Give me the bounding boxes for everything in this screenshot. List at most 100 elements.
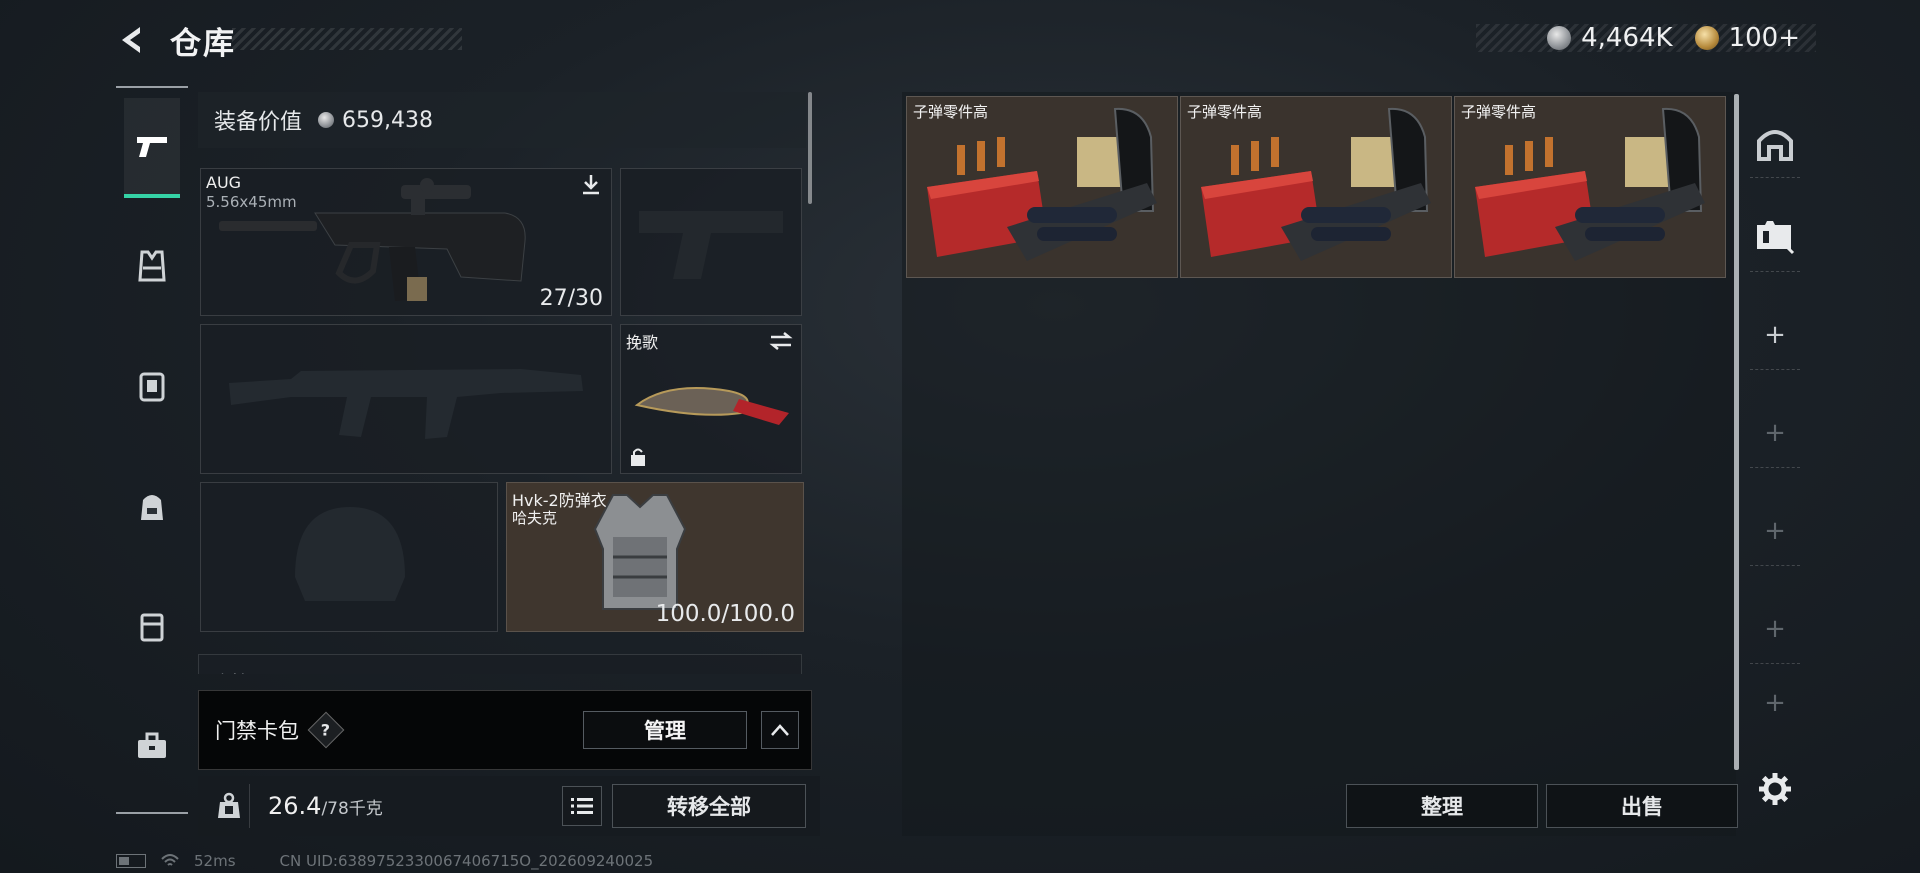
- stash-panel: 子弹零件高 子弹零件高 子弹零件高: [902, 92, 1736, 836]
- wifi-icon: [161, 854, 179, 866]
- equip-value-amount: 659,438: [342, 107, 433, 133]
- manage-button[interactable]: 管理: [583, 711, 747, 749]
- left-nav: [116, 86, 188, 814]
- pistol-slot[interactable]: [620, 168, 802, 316]
- plus-icon: +: [1764, 613, 1786, 644]
- back-arrow-icon: [122, 27, 140, 53]
- user-uid: CN UID:6389752330067406715O_202609240025: [279, 852, 654, 870]
- add-stash-tab-button[interactable]: +: [1750, 496, 1800, 566]
- stash-item[interactable]: 子弹零件高: [1454, 96, 1726, 278]
- secondary-weapon-slot[interactable]: [200, 324, 612, 474]
- stash-tabs: + + + + +: [1750, 98, 1800, 738]
- add-stash-tab-button[interactable]: +: [1750, 594, 1800, 664]
- silver-coin-icon: [1547, 26, 1572, 50]
- armor-durability: 100.0/100.0: [655, 601, 795, 627]
- stash-arch-icon: [1757, 129, 1793, 161]
- ammo-count: 27/30: [539, 286, 603, 311]
- list-view-button[interactable]: [562, 786, 602, 826]
- nav-container[interactable]: [124, 596, 180, 656]
- lock-icon: [631, 448, 645, 466]
- nav-divider: [116, 812, 188, 814]
- rig-icon: [139, 372, 165, 402]
- ammo-parts-crate-image: [1201, 107, 1431, 261]
- nav-armor[interactable]: [124, 236, 180, 296]
- briefcase-icon: [138, 732, 166, 758]
- nav-case[interactable]: [124, 716, 180, 776]
- download-icon[interactable]: [579, 173, 603, 197]
- currency-bar: 4,464K 100+: [1476, 23, 1816, 53]
- helmet-silhouette-icon: [295, 507, 405, 601]
- pouch-icon: [140, 613, 164, 642]
- loadout-scrollbar[interactable]: [808, 92, 812, 204]
- weight-icon-box: [208, 784, 250, 828]
- sort-button[interactable]: 整理: [1346, 784, 1538, 828]
- ammo-parts-crate-image: [1475, 107, 1705, 261]
- help-button[interactable]: ?: [307, 711, 345, 749]
- title-decoration: [232, 28, 462, 50]
- weight-bar: 26.4/78千克 转移全部: [198, 776, 820, 836]
- nav-divider: [116, 86, 188, 88]
- chest-rig-row: 胸挂： 10/12 3: [198, 654, 802, 674]
- stash-item[interactable]: 子弹零件高: [906, 96, 1178, 278]
- weight-value: 26.4: [268, 792, 322, 820]
- stash-item[interactable]: 子弹零件高: [1180, 96, 1452, 278]
- equipment-value: 装备价值 659,438: [198, 92, 806, 148]
- rifle-silhouette-icon: [229, 369, 583, 439]
- sell-button[interactable]: 出售: [1546, 784, 1738, 828]
- loadout-panel: 装备价值 659,438 AUG 5.56x45mm 27/30 挽歌 Hvk-…: [198, 92, 814, 674]
- stash-tab-all[interactable]: [1750, 108, 1800, 178]
- help-icon: ?: [321, 720, 331, 740]
- pistol-icon: [137, 137, 167, 157]
- silver-coin-icon: [318, 112, 335, 128]
- plus-icon: +: [1764, 688, 1786, 718]
- melee-name: 挽歌: [626, 333, 659, 352]
- add-stash-tab-button[interactable]: +: [1750, 398, 1800, 468]
- stash-item-name: 子弹零件高: [1461, 103, 1537, 121]
- stash-tab-custom[interactable]: [1750, 202, 1800, 272]
- add-stash-tab-button[interactable]: +: [1750, 668, 1800, 738]
- chevron-up-icon: [771, 724, 789, 736]
- stash-item-name: 子弹零件高: [1187, 103, 1263, 121]
- ping-readout: 52ms: [194, 852, 236, 870]
- nav-chest-rig[interactable]: [124, 356, 180, 416]
- transfer-all-button[interactable]: 转移全部: [612, 784, 806, 828]
- keycard-label: 门禁卡包: [215, 719, 299, 743]
- gold-currency-value[interactable]: 100+: [1729, 23, 1800, 53]
- armor-slot[interactable]: Hvk-2防弹衣 哈夫克 100.0/100.0: [506, 482, 804, 632]
- pistol-silhouette-icon: [639, 211, 783, 279]
- settings-button[interactable]: [1754, 768, 1796, 810]
- ammo-parts-crate-image: [927, 107, 1157, 261]
- primary-weapon-slot[interactable]: AUG 5.56x45mm 27/30: [200, 168, 612, 316]
- silver-currency-value: 4,464K: [1581, 23, 1673, 53]
- weight-readout: 26.4/78千克: [268, 792, 383, 820]
- list-icon: [571, 798, 593, 814]
- weight-icon: [217, 792, 240, 818]
- battery-icon: [116, 854, 146, 868]
- custom-tab-icon: [1757, 220, 1795, 254]
- add-stash-tab-button[interactable]: +: [1750, 300, 1800, 370]
- melee-slot[interactable]: 挽歌: [620, 324, 802, 474]
- plus-icon: +: [1764, 319, 1786, 350]
- back-button[interactable]: [112, 20, 154, 60]
- stash-item-name: 子弹零件高: [913, 103, 989, 121]
- plus-icon: +: [1764, 417, 1786, 448]
- backpack-icon: [141, 495, 163, 520]
- gear-icon: [1759, 773, 1791, 805]
- stash-scrollbar[interactable]: [1734, 94, 1739, 770]
- knife-image: [634, 387, 789, 425]
- status-bar: 52ms CN UID:6389752330067406715O_2026092…: [116, 852, 653, 870]
- nav-backpack[interactable]: [124, 476, 180, 536]
- collapse-button[interactable]: [761, 711, 799, 749]
- equip-value-label: 装备价值: [214, 110, 303, 135]
- weapon-image: [219, 178, 526, 301]
- armor-brand: 哈夫克: [512, 509, 558, 527]
- keycard-bar: 门禁卡包 ? 管理: [198, 690, 812, 770]
- weight-max: /78千克: [321, 799, 383, 819]
- helmet-slot[interactable]: [200, 482, 498, 632]
- page-title: 仓库: [170, 26, 236, 62]
- swap-icon[interactable]: [769, 331, 793, 351]
- nav-weapons[interactable]: [124, 98, 180, 198]
- gold-coin-icon: [1694, 26, 1719, 50]
- vest-icon: [138, 250, 166, 282]
- plus-icon: +: [1764, 515, 1786, 546]
